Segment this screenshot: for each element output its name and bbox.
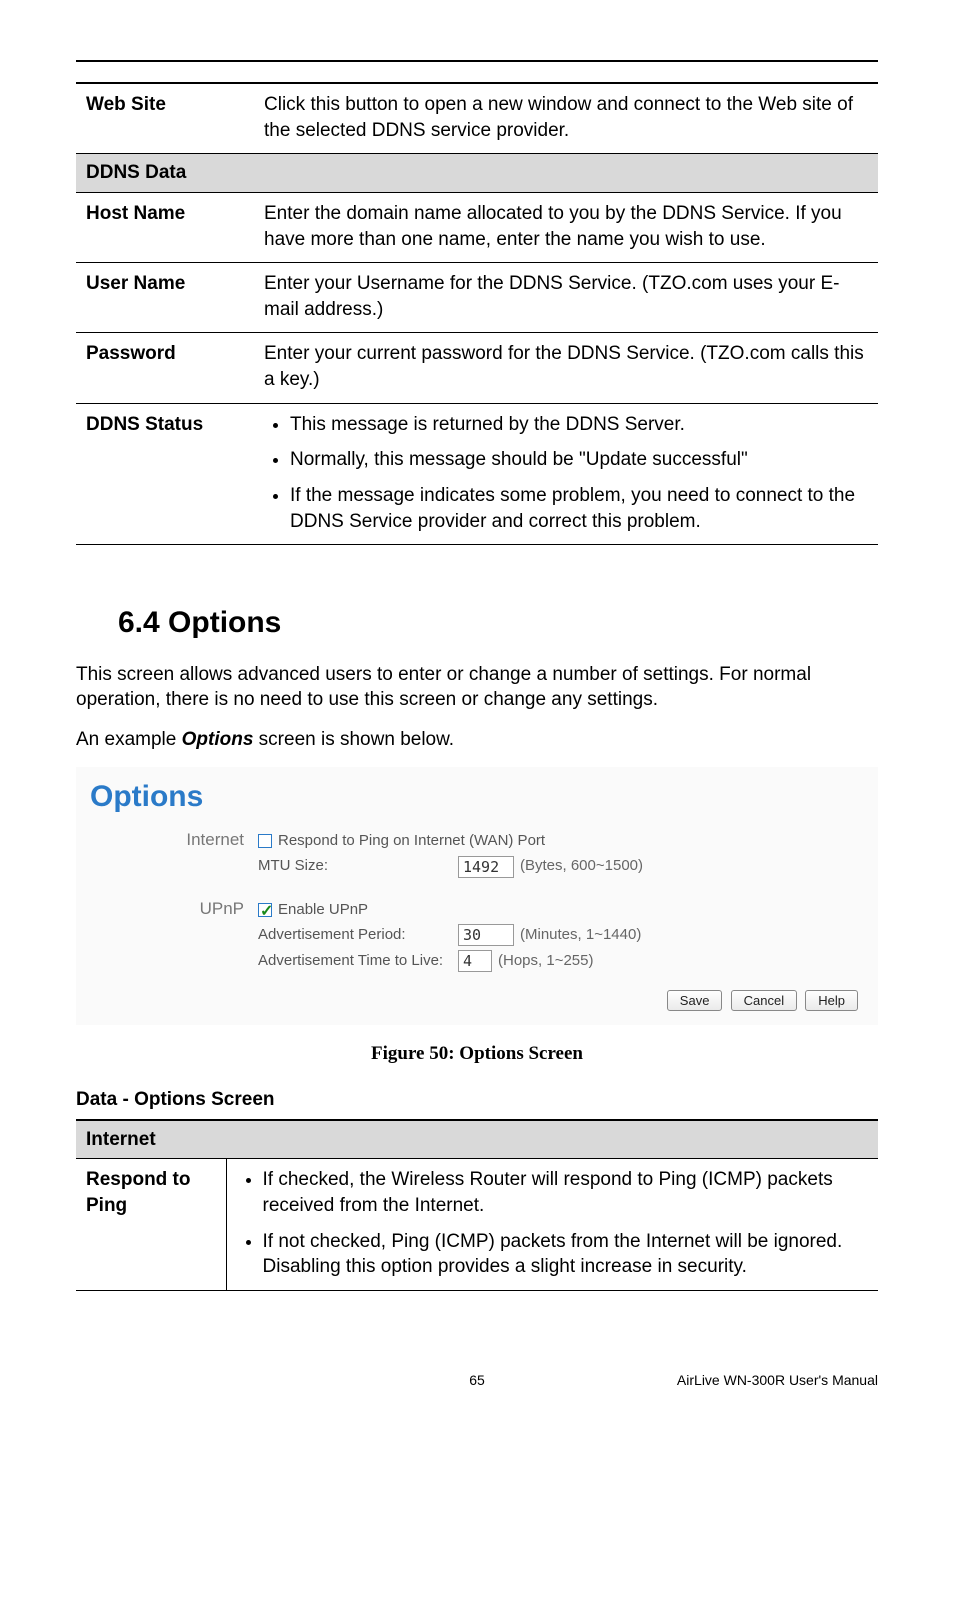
table-row: Web Site Click this button to open a new… bbox=[76, 83, 878, 154]
adv-ttl-row: Advertisement Time to Live: (Hops, 1~255… bbox=[258, 950, 864, 972]
mtu-label: MTU Size: bbox=[258, 856, 458, 876]
adv-period-input[interactable] bbox=[458, 924, 514, 946]
options-screenshot: Options Internet ✓ Respond to Ping on In… bbox=[76, 767, 878, 1026]
upnp-enable-row: ✓ Enable UPnP bbox=[258, 900, 864, 920]
adv-period-row: Advertisement Period: (Minutes, 1~1440) bbox=[258, 924, 864, 946]
intro-paragraph-2: An example Options screen is shown below… bbox=[76, 727, 878, 753]
internet-section: Internet ✓ Respond to Ping on Internet (… bbox=[90, 827, 864, 881]
cell-label: Respond to Ping bbox=[76, 1159, 226, 1291]
adv-period-label: Advertisement Period: bbox=[258, 925, 458, 945]
help-button[interactable]: Help bbox=[805, 990, 858, 1012]
table-row: Host Name Enter the domain name allocate… bbox=[76, 192, 878, 262]
upnp-enable-label: Enable UPnP bbox=[278, 900, 368, 920]
button-row: Save Cancel Help bbox=[90, 990, 864, 1012]
list-item: This message is returned by the DDNS Ser… bbox=[290, 412, 868, 438]
upnp-enable-checkbox[interactable]: ✓ bbox=[258, 903, 272, 917]
options-emph: Options bbox=[182, 729, 254, 750]
manual-name: AirLive WN-300R User's Manual bbox=[677, 1371, 878, 1390]
list-item: Normally, this message should be "Update… bbox=[290, 447, 868, 473]
table-row: DDNS Status This message is returned by … bbox=[76, 403, 878, 545]
cell-label: Web Site bbox=[76, 83, 254, 154]
adv-ttl-hint: (Hops, 1~255) bbox=[498, 951, 593, 971]
upnp-section: UPnP ✓ Enable UPnP Advertisement Period:… bbox=[90, 896, 864, 976]
cell-text: Click this button to open a new window a… bbox=[254, 83, 878, 154]
cell-label: DDNS Status bbox=[76, 403, 254, 545]
figure-caption: Figure 50: Options Screen bbox=[76, 1041, 878, 1067]
table-row: User Name Enter your Username for the DD… bbox=[76, 263, 878, 333]
table-section-row: Internet bbox=[76, 1120, 878, 1159]
cell-text: Enter the domain name allocated to you b… bbox=[254, 192, 878, 262]
upnp-label: UPnP bbox=[90, 896, 258, 921]
cell-label: Password bbox=[76, 333, 254, 403]
table-section-row: DDNS Data bbox=[76, 154, 878, 193]
data-options-title: Data - Options Screen bbox=[76, 1087, 878, 1113]
adv-ttl-input[interactable] bbox=[458, 950, 492, 972]
internet-label: Internet bbox=[90, 827, 258, 852]
status-list: This message is returned by the DDNS Ser… bbox=[264, 412, 868, 535]
ping-checkbox[interactable]: ✓ bbox=[258, 834, 272, 848]
save-button[interactable]: Save bbox=[667, 990, 723, 1012]
top-rule bbox=[76, 60, 878, 62]
ping-label: Respond to Ping on Internet (WAN) Port bbox=[278, 831, 545, 851]
list-item: If not checked, Ping (ICMP) packets from… bbox=[263, 1229, 869, 1280]
cell-label: User Name bbox=[76, 263, 254, 333]
screenshot-title: Options bbox=[90, 777, 864, 818]
section-header: Internet bbox=[76, 1120, 878, 1159]
cancel-button[interactable]: Cancel bbox=[731, 990, 797, 1012]
intro-paragraph-1: This screen allows advanced users to ent… bbox=[76, 662, 878, 713]
respond-ping-list: If checked, the Wireless Router will res… bbox=[237, 1167, 869, 1280]
adv-period-hint: (Minutes, 1~1440) bbox=[520, 925, 641, 945]
ddns-table: Web Site Click this button to open a new… bbox=[76, 82, 878, 545]
list-item: If checked, the Wireless Router will res… bbox=[263, 1167, 869, 1218]
upnp-body: ✓ Enable UPnP Advertisement Period: (Min… bbox=[258, 896, 864, 976]
cell-list: This message is returned by the DDNS Ser… bbox=[254, 403, 878, 545]
text-span: An example bbox=[76, 729, 182, 750]
mtu-row: MTU Size: (Bytes, 600~1500) bbox=[258, 856, 864, 878]
cell-label: Host Name bbox=[76, 192, 254, 262]
data-options-table: Internet Respond to Ping If checked, the… bbox=[76, 1119, 878, 1291]
section-header: DDNS Data bbox=[76, 154, 878, 193]
table-row: Password Enter your current password for… bbox=[76, 333, 878, 403]
list-item: If the message indicates some problem, y… bbox=[290, 483, 868, 534]
ping-row: ✓ Respond to Ping on Internet (WAN) Port bbox=[258, 831, 864, 851]
cell-text: Enter your Username for the DDNS Service… bbox=[254, 263, 878, 333]
cell-text: Enter your current password for the DDNS… bbox=[254, 333, 878, 403]
table-row: Respond to Ping If checked, the Wireless… bbox=[76, 1159, 878, 1291]
internet-body: ✓ Respond to Ping on Internet (WAN) Port… bbox=[258, 827, 864, 881]
page-footer: 65 AirLive WN-300R User's Manual bbox=[76, 1371, 878, 1390]
cell-list: If checked, the Wireless Router will res… bbox=[226, 1159, 878, 1291]
text-span: screen is shown below. bbox=[253, 729, 454, 750]
section-heading: 6.4 Options bbox=[118, 603, 878, 644]
adv-ttl-label: Advertisement Time to Live: bbox=[258, 951, 458, 971]
mtu-hint: (Bytes, 600~1500) bbox=[520, 856, 643, 876]
mtu-input[interactable] bbox=[458, 856, 514, 878]
